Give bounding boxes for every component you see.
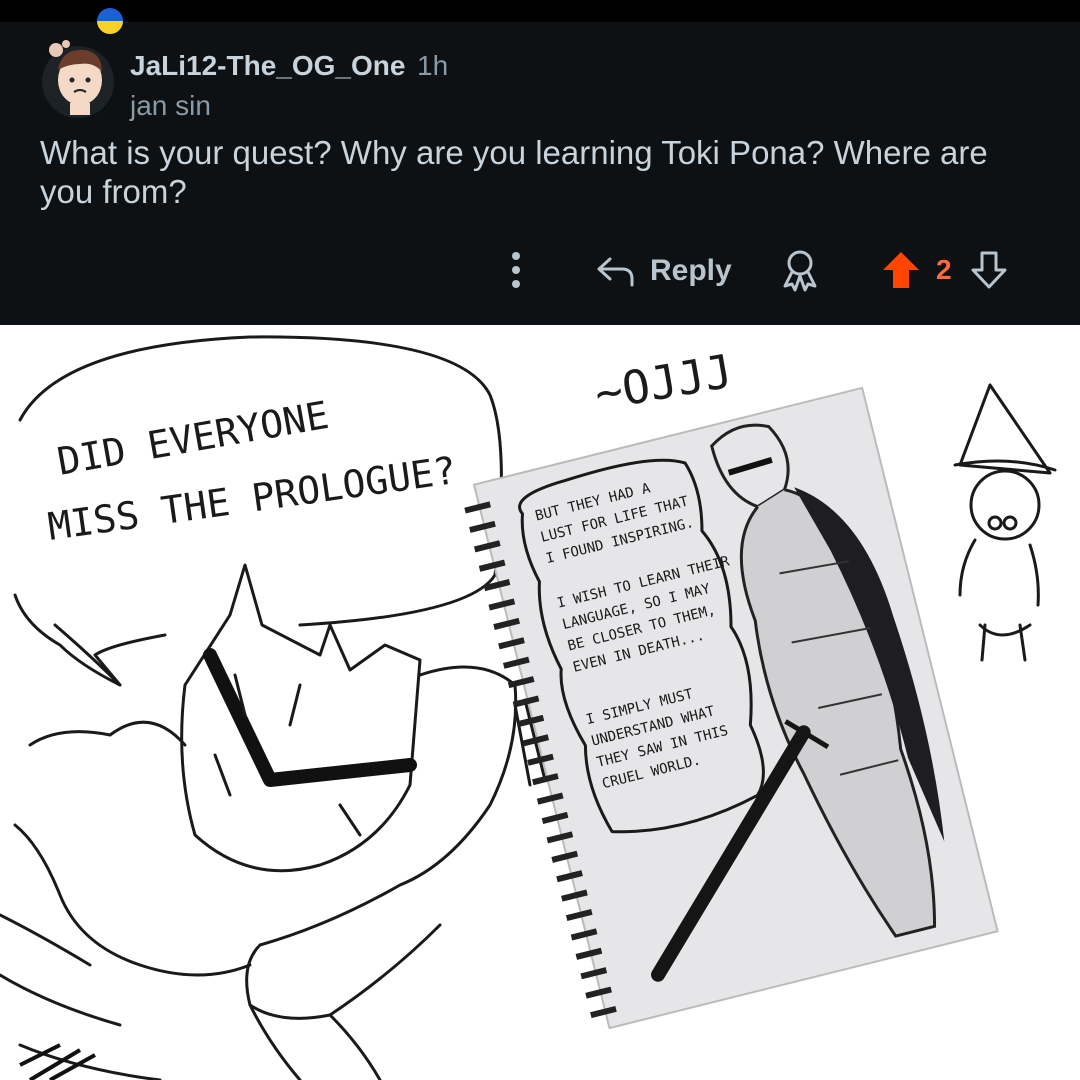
downvote-arrow-icon[interactable] bbox=[970, 250, 1008, 290]
more-vertical-icon[interactable] bbox=[503, 250, 529, 290]
top-strip bbox=[0, 0, 1080, 22]
upvote-arrow-icon[interactable] bbox=[881, 250, 921, 290]
comment-time: 1h bbox=[417, 50, 449, 81]
reply-label: Reply bbox=[650, 254, 732, 287]
award-icon[interactable] bbox=[780, 248, 820, 292]
username[interactable]: JaLi12-The_OG_One bbox=[130, 50, 405, 82]
reply-arrow-icon bbox=[597, 257, 634, 287]
comment-card: JaLi12-The_OG_One 1h jan sin What is you… bbox=[0, 0, 1080, 325]
avatar[interactable] bbox=[40, 40, 116, 120]
comic-drawing: DID EVERYONE MISS THE PROLOGUE? ~OJJJ BU… bbox=[0, 325, 1080, 1080]
user-flair: jan sin bbox=[130, 90, 211, 121]
reply-button[interactable]: Reply bbox=[596, 250, 732, 292]
ukraine-flag-icon bbox=[97, 8, 123, 34]
comment-body: What is your quest? Why are you learning… bbox=[40, 134, 988, 210]
vote-count: 2 bbox=[936, 254, 952, 285]
